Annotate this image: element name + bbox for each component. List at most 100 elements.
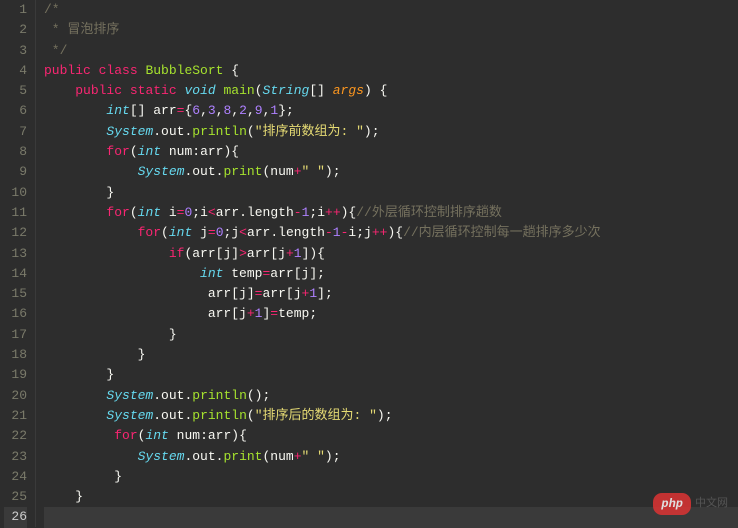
token-punct: ( (247, 124, 255, 139)
token-punct: . (153, 388, 161, 403)
line-number: 23 (4, 447, 27, 467)
code-line[interactable]: System.out.print(num+" "); (44, 162, 738, 182)
token-keyword: class (99, 63, 138, 78)
token-number: 6 (192, 103, 200, 118)
token-punct (44, 388, 106, 403)
watermark-text: 中文网 (695, 494, 728, 514)
token-type: int (138, 205, 161, 220)
code-line[interactable]: public static void main(String[] args) { (44, 81, 738, 101)
token-func: println (192, 388, 247, 403)
line-number: 15 (4, 284, 27, 304)
token-punct: , (200, 103, 208, 118)
token-punct: ) { (364, 83, 387, 98)
line-number: 18 (4, 345, 27, 365)
token-punct: [ (286, 286, 294, 301)
code-line[interactable]: arr[j]=arr[j+1]; (44, 284, 738, 304)
token-punct (161, 144, 169, 159)
line-number: 19 (4, 365, 27, 385)
token-punct: { (223, 63, 239, 78)
code-line[interactable]: } (44, 183, 738, 203)
code-line[interactable]: System.out.println("排序前数组为: "); (44, 122, 738, 142)
token-type: int (200, 266, 223, 281)
token-punct (44, 124, 106, 139)
token-ident: arr (247, 246, 270, 261)
line-number: 22 (4, 426, 27, 446)
code-line[interactable]: for(int num:arr){ (44, 142, 738, 162)
code-line[interactable]: for(int i=0;i<arr.length-1;i++){//外层循环控制… (44, 203, 738, 223)
token-punct: ){ (341, 205, 357, 220)
code-line[interactable]: for(int j=0;j<arr.length-1-i;j++){//内层循环… (44, 223, 738, 243)
code-line[interactable]: arr[j+1]=temp; (44, 304, 738, 324)
token-number: 0 (216, 225, 224, 240)
code-area[interactable]: /* * 冒泡排序 */ public class BubbleSort { pu… (36, 0, 738, 527)
token-ident: num (270, 164, 293, 179)
token-ident: i (200, 205, 208, 220)
token-type: int (145, 428, 168, 443)
token-comment: */ (44, 43, 67, 58)
code-line[interactable] (44, 507, 738, 527)
token-ident: length (278, 225, 325, 240)
code-line[interactable]: * 冒泡排序 (44, 20, 738, 40)
code-line[interactable]: System.out.println(); (44, 386, 738, 406)
token-punct: ; (309, 306, 317, 321)
code-line[interactable]: System.out.println("排序后的数组为: "); (44, 406, 738, 426)
token-punct: [] (130, 103, 153, 118)
token-punct: } (44, 185, 114, 200)
token-punct (44, 408, 106, 423)
token-punct: ); (325, 449, 341, 464)
code-line[interactable]: if(arr[j]>arr[j+1]){ (44, 244, 738, 264)
token-op: + (294, 164, 302, 179)
token-ident: j (364, 225, 372, 240)
token-comment: /* (44, 2, 60, 17)
code-line[interactable]: public class BubbleSort { (44, 61, 738, 81)
token-punct: [ (231, 306, 239, 321)
token-punct: . (153, 408, 161, 423)
token-punct: , (231, 103, 239, 118)
token-string: " " (302, 164, 325, 179)
code-line[interactable]: int[] arr={6,3,8,2,9,1}; (44, 101, 738, 121)
line-number: 4 (4, 61, 27, 81)
code-line[interactable]: for(int num:arr){ (44, 426, 738, 446)
token-punct (192, 225, 200, 240)
token-punct: ); (377, 408, 393, 423)
code-line[interactable]: System.out.print(num+" "); (44, 447, 738, 467)
token-op: = (270, 306, 278, 321)
code-line[interactable]: } (44, 325, 738, 345)
token-var: args (333, 83, 364, 98)
token-punct: [ (294, 266, 302, 281)
token-punct: ( (161, 225, 169, 240)
token-ident: length (247, 205, 294, 220)
token-func: print (223, 449, 262, 464)
code-line[interactable]: int temp=arr[j]; (44, 264, 738, 284)
line-number: 1 (4, 0, 27, 20)
token-punct (44, 246, 169, 261)
token-comment: //内层循环控制每一趟排序多少次 (403, 225, 601, 240)
token-punct: (); (247, 388, 270, 403)
token-punct (44, 164, 138, 179)
token-ident: out (161, 388, 184, 403)
code-line[interactable]: } (44, 467, 738, 487)
token-ident: arr (216, 205, 239, 220)
token-ident: arr (200, 144, 223, 159)
token-type: String (263, 83, 310, 98)
token-func: main (224, 83, 255, 98)
code-line[interactable]: } (44, 365, 738, 385)
code-line[interactable]: */ (44, 41, 738, 61)
token-punct (44, 83, 75, 98)
token-ident: arr (270, 266, 293, 281)
token-keyword: public (44, 63, 91, 78)
token-punct: } (44, 327, 177, 342)
token-punct (122, 83, 130, 98)
token-punct: }; (278, 103, 294, 118)
line-number: 17 (4, 325, 27, 345)
code-line[interactable]: } (44, 345, 738, 365)
token-type: System (106, 408, 153, 423)
code-line[interactable]: /* (44, 0, 738, 20)
token-punct: , (247, 103, 255, 118)
token-punct (44, 144, 106, 159)
code-line[interactable]: } (44, 487, 738, 507)
line-number: 16 (4, 304, 27, 324)
line-number: 25 (4, 487, 27, 507)
token-punct (44, 428, 114, 443)
token-ident: out (161, 408, 184, 423)
